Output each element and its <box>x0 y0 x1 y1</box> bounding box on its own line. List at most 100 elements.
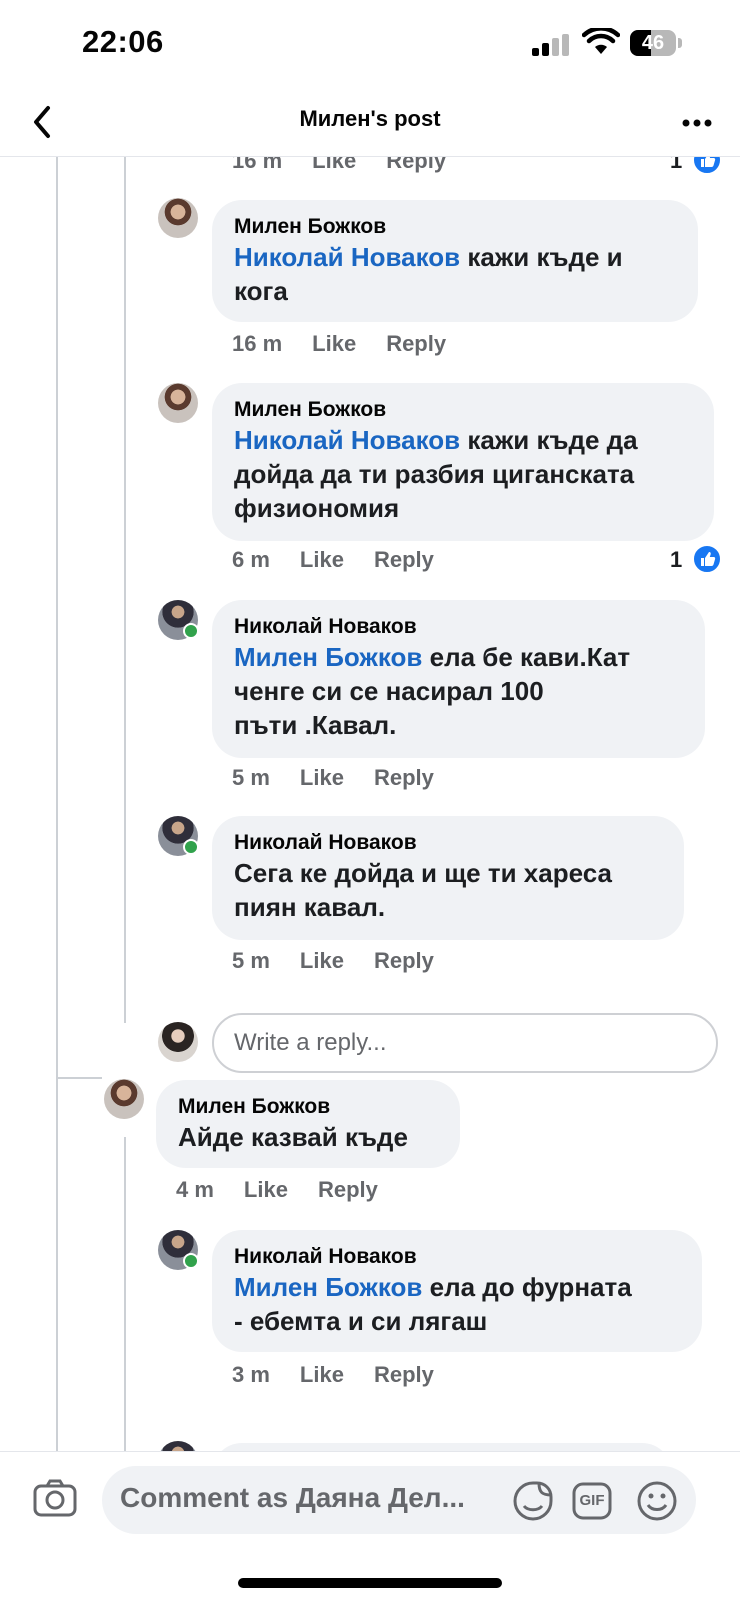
cellular-signal-icon <box>532 34 572 56</box>
comment-text-line: ченге си се насирал 100 <box>234 676 544 706</box>
comment-text: Милен Божков ела бе кави.Кат ченге си се … <box>234 640 683 742</box>
online-indicator <box>183 1253 199 1269</box>
reply-link[interactable]: Reply <box>374 763 434 793</box>
comment-text: Айде казвай къде <box>178 1122 408 1152</box>
comment-author[interactable]: Милен Божков <box>234 214 676 240</box>
avatar[interactable] <box>104 1079 144 1119</box>
gif-label: GIF <box>579 1492 605 1509</box>
reply-link[interactable]: Reply <box>386 157 446 176</box>
comment-author[interactable]: Милен Божков <box>234 397 692 423</box>
status-bar: 22:06 46 <box>0 0 740 80</box>
like-icon <box>692 544 722 574</box>
avatar[interactable] <box>158 1441 198 1451</box>
mention-link[interactable]: Николай Новаков <box>234 425 460 455</box>
reply-link[interactable]: Reply <box>374 1360 434 1390</box>
comment-bubble[interactable]: Николай Новаков Милен Божков ела до фурн… <box>212 1230 702 1352</box>
post-header: Милен's post <box>0 90 740 157</box>
comment-text-line: кажи къде и <box>467 242 623 272</box>
comment-time: 5 m <box>232 765 270 790</box>
comment-bubble[interactable]: Николай Новаков Милен Божков ела бе кави… <box>212 600 705 758</box>
emoji-button[interactable] <box>636 1480 678 1522</box>
comment-author[interactable]: Николай Новаков <box>234 614 683 640</box>
like-link[interactable]: Like <box>244 1175 288 1205</box>
comment-actions: 6 m Like Reply <box>232 545 464 575</box>
comment-bubble[interactable]: Милен Божков Николай Новаков кажи къде и… <box>212 200 698 322</box>
like-link[interactable]: Like <box>312 157 356 176</box>
status-time: 22:06 <box>82 24 164 59</box>
mention-link[interactable]: Милен Божков <box>234 642 422 672</box>
like-link[interactable]: Like <box>300 763 344 793</box>
comment-text: Сега ке дойда и ще ти хареса пиян кавал. <box>234 856 662 924</box>
reaction-count-value: 1 <box>670 157 683 173</box>
comment-input[interactable]: Comment as Даяна Дел... GIF <box>102 1466 696 1534</box>
battery-icon: 46 <box>630 30 682 56</box>
comment-text: Николай Новаков кажи къде и кога <box>234 240 676 308</box>
like-link[interactable]: Like <box>300 1360 344 1390</box>
reply-link[interactable]: Reply <box>374 545 434 575</box>
sticker-icon <box>513 1481 553 1521</box>
comment-actions: 16 m Like Reply <box>232 157 476 176</box>
avatar[interactable] <box>158 816 199 856</box>
camera-icon <box>33 1479 77 1517</box>
comment-text-line: - ебемта и си лягаш <box>234 1306 488 1336</box>
camera-button[interactable] <box>32 1478 78 1518</box>
comment-text: Николай Новаков кажи къде да дойда да ти … <box>234 423 692 525</box>
avatar[interactable] <box>158 383 198 423</box>
reply-link[interactable]: Reply <box>386 329 446 359</box>
online-indicator <box>183 839 199 855</box>
comment-thread[interactable]: 16 m Like Reply 1 Милен Божков Николай Нов… <box>0 157 740 1451</box>
like-link[interactable]: Like <box>300 545 344 575</box>
avatar[interactable] <box>158 198 198 238</box>
comment-bubble[interactable]: Милен Божков Айде казвай къде <box>156 1080 460 1168</box>
comment-author[interactable]: Николай Новаков <box>234 1244 680 1270</box>
battery-percent: 46 <box>641 32 665 54</box>
emoji-icon <box>637 1481 677 1521</box>
comment-placeholder: Comment as Даяна Дел... <box>120 1482 465 1513</box>
wifi-icon <box>582 28 620 54</box>
avatar[interactable] <box>158 600 199 640</box>
comment-text-line: кажи къде да <box>467 425 638 455</box>
comment-actions: 4 m Like Reply <box>176 1175 408 1205</box>
comment-actions: 5 m Like Reply <box>232 763 464 793</box>
sticker-button[interactable] <box>512 1480 554 1522</box>
comment-actions: 3 m Like Reply <box>232 1360 464 1390</box>
comment-time: 16 m <box>232 157 283 173</box>
comment-author[interactable]: Николай Новаков <box>234 830 662 856</box>
comment-bubble[interactable]: Николай Новаков Сега ке дойда и ще ти ха… <box>212 816 684 940</box>
mention-link[interactable]: Николай Новаков <box>234 242 460 272</box>
avatar[interactable] <box>158 1230 199 1270</box>
comment-bubble[interactable]: Милен Божков Николай Новаков кажи къде д… <box>212 383 714 541</box>
comment-actions: 5 m Like Reply <box>232 946 464 976</box>
reaction-count[interactable]: 1 <box>670 544 722 575</box>
comment-text-line: дойда да ти разбия циганската <box>234 459 635 489</box>
my-avatar <box>158 1022 198 1062</box>
reaction-count[interactable]: 1 <box>670 157 722 176</box>
reply-link[interactable]: Reply <box>374 946 434 976</box>
like-link[interactable]: Like <box>300 946 344 976</box>
comment-time: 4 m <box>176 1177 214 1202</box>
mention-link[interactable]: Милен Божков <box>234 1272 422 1302</box>
comment-author[interactable]: Милен Божков <box>178 1094 438 1120</box>
reply-input[interactable]: Write a reply... <box>212 1013 718 1073</box>
comment-time: 16 m <box>232 331 283 356</box>
gif-button[interactable]: GIF <box>572 1482 612 1520</box>
comment-time: 5 m <box>232 948 270 973</box>
like-link[interactable]: Like <box>312 329 356 359</box>
comment-text-line: кога <box>234 276 288 306</box>
more-options-button[interactable] <box>680 106 714 140</box>
thread-line-replies-2 <box>124 1137 126 1451</box>
comment-bubble[interactable] <box>212 1443 672 1451</box>
comment-text-line: ела бе кави.Кат <box>429 642 631 672</box>
comment-actions: 16 m Like Reply <box>232 329 476 359</box>
comment-text-line: пъти .Кавал. <box>234 710 397 740</box>
comment-time: 3 m <box>232 1362 270 1387</box>
page-title: Милен's post <box>299 106 441 131</box>
comment-text: Милен Божков ела до фурната - ебемта и си… <box>234 1270 680 1338</box>
comment-time: 6 m <box>232 547 270 572</box>
ellipsis-icon <box>682 119 712 127</box>
comment-text-line: физиономия <box>234 493 400 523</box>
thread-line-outer <box>56 157 58 1451</box>
home-indicator[interactable] <box>238 1578 502 1588</box>
reaction-count-value: 1 <box>670 547 683 572</box>
reply-link[interactable]: Reply <box>318 1175 378 1205</box>
